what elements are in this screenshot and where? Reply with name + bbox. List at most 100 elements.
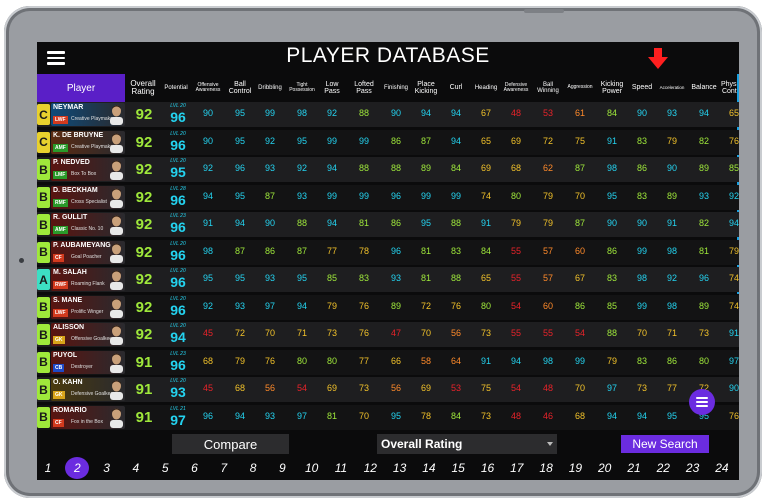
stat-value: 99 [326,190,337,201]
new-search-button[interactable]: New Search [621,435,709,453]
column-header[interactable]: Ball Winning [533,74,563,102]
player-card[interactable]: ALISSON GK Offensive Goalkeeper [51,323,125,346]
column-header[interactable]: Dribbling [255,74,285,102]
stat-value: 76 [358,328,369,338]
page-button[interactable]: 14 [418,458,440,478]
card-rarity-badge: B [37,351,50,373]
player-photo [110,380,123,400]
page-button[interactable]: 13 [389,458,411,478]
page-button[interactable]: 16 [477,458,499,478]
player-card[interactable]: PUYOL CB Destroyer [51,350,125,374]
player-card[interactable]: S. MANE LWF Prolific Winger [51,295,125,319]
page-button[interactable]: 8 [242,458,264,478]
table-row[interactable]: B S. MANE LWF Prolific Winger 92 LVL 20 96 92 93… [37,294,739,320]
player-card[interactable]: D. BECKHAM RMF Cross Specialist [51,185,125,209]
table-row[interactable]: B P. AUBAMEYANG CF Goal Poacher 92 LVL 20 96 98… [37,239,739,265]
column-header[interactable]: Acceleration [657,74,687,102]
page-button[interactable]: 21 [623,458,645,478]
stat-value: 87 [264,190,275,201]
stat-value: 72 [420,300,431,311]
stat-value: 84 [450,410,461,421]
table-row[interactable]: B P. NEDVED LMF Box To Box 92 LVL 20 95 92 96 93 9… [37,157,739,182]
column-header[interactable]: Aggression [565,74,595,102]
player-column-header[interactable]: Player [37,74,125,102]
page-button[interactable]: 12 [359,458,381,478]
overall-rating: 92 [135,133,153,151]
stat-value: 73 [480,410,491,421]
column-header[interactable]: Heading [471,74,501,102]
table-row[interactable]: B D. BECKHAM RMF Cross Specialist 92 LVL 28 96… [37,184,739,210]
page-button[interactable]: 20 [594,458,616,478]
page-button[interactable]: 11 [330,458,352,478]
column-header[interactable]: Ball Control [225,74,255,102]
page-button[interactable]: 6 [184,458,206,478]
column-header[interactable]: Physical Contact [719,74,739,102]
column-header[interactable]: Overall Rating [127,74,159,102]
table-row[interactable]: B O. KAHN GK Defensive Goalkeeper 91 LVL 20 93… [37,377,739,402]
player-card[interactable]: P. AUBAMEYANG CF Goal Poacher [51,240,125,264]
player-card[interactable]: M. SALAH RWF Roaming Flank [51,268,125,291]
page-button[interactable]: 22 [652,458,674,478]
stat-value: 84 [480,245,491,256]
player-photo [110,298,123,318]
column-header[interactable]: Low Pass [317,74,347,102]
stat-value: 75 [480,383,491,393]
column-header[interactable]: Finishing [381,74,411,102]
table-row[interactable]: B PUYOL CB Destroyer 91 LVL 23 96 68 79 76 80 80 77 6… [37,349,739,375]
table-row[interactable]: A M. SALAH RWF Roaming Flank 92 LVL 20 96 95 95 9… [37,267,739,292]
player-card[interactable]: ROMARIO CF Fox in the Box [51,405,125,429]
stat-value: 83 [636,355,647,366]
compare-button[interactable]: Compare [172,434,289,454]
page-button[interactable]: 4 [125,458,147,478]
player-card[interactable]: P. NEDVED LMF Box To Box [51,158,125,181]
sort-by-select[interactable]: Overall Rating [377,434,557,454]
column-header[interactable]: Curl [441,74,471,102]
column-header[interactable]: Place Kicking [411,74,441,102]
stat-value: 56 [264,383,275,393]
column-header[interactable]: Offensive Awareness [193,74,223,102]
stat-value: 81 [420,273,431,283]
table-row[interactable]: B ROMARIO CF Fox in the Box 91 LVL 21 97 96 94 93… [37,404,739,430]
page-button[interactable]: 7 [213,458,235,478]
stat-value: 76 [358,300,369,311]
page-button[interactable]: 10 [301,458,323,478]
column-header[interactable]: Speed [627,74,657,102]
arrow-down-icon[interactable] [648,48,668,70]
column-header[interactable]: Kicking Power [597,74,627,102]
column-header[interactable]: Tight Possession [287,74,317,102]
page-button[interactable]: 2 [65,457,90,479]
page-button[interactable]: 9 [271,458,293,478]
stat-value: 72 [542,135,553,146]
playing-style: Goal Poacher [71,253,102,260]
page-button[interactable]: 23 [682,458,704,478]
column-header[interactable]: Defensive Awareness [501,74,531,102]
position-badge: CB [53,363,65,372]
column-header[interactable]: Balance [689,74,719,102]
player-card[interactable]: NEYMAR LWF Creative Playmaker [51,103,125,126]
player-card[interactable]: K. DE BRUYNE AMF Creative Playmaker [51,130,125,154]
player-card[interactable]: R. GULLIT AMF Classic No. 10 [51,213,125,236]
page-button[interactable]: 18 [535,458,557,478]
stat-value: 80 [296,355,307,366]
table-row[interactable]: B R. GULLIT AMF Classic No. 10 92 LVL 23 96 91 9… [37,212,739,237]
stat-value: 81 [358,218,369,228]
column-header[interactable]: Lofted Pass [349,74,379,102]
player-name: K. DE BRUYNE [53,131,104,139]
table-row[interactable]: C K. DE BRUYNE AMF Creative Playmaker 92 LVL … [37,129,739,155]
stat-value: 80 [698,355,709,366]
page-button[interactable]: 15 [447,458,469,478]
page-button[interactable]: 19 [564,458,586,478]
stat-value: 94 [450,135,461,146]
stat-value: 73 [636,383,647,393]
page-button[interactable]: 3 [96,458,118,478]
table-row[interactable]: C NEYMAR LWF Creative Playmaker 92 LVL 20 96 90… [37,102,739,127]
page-button[interactable]: 24 [711,458,733,478]
page-button[interactable]: 5 [154,458,176,478]
page-button[interactable]: 1 [37,458,59,478]
table-row[interactable]: B ALISSON GK Offensive Goalkeeper 92 LVL 20 94… [37,322,739,347]
stat-value: 74 [728,273,739,283]
column-header[interactable]: Potential [161,74,191,102]
menu-fab-button[interactable] [689,389,715,415]
player-card[interactable]: O. KAHN GK Defensive Goalkeeper [51,378,125,401]
page-button[interactable]: 17 [506,458,528,478]
